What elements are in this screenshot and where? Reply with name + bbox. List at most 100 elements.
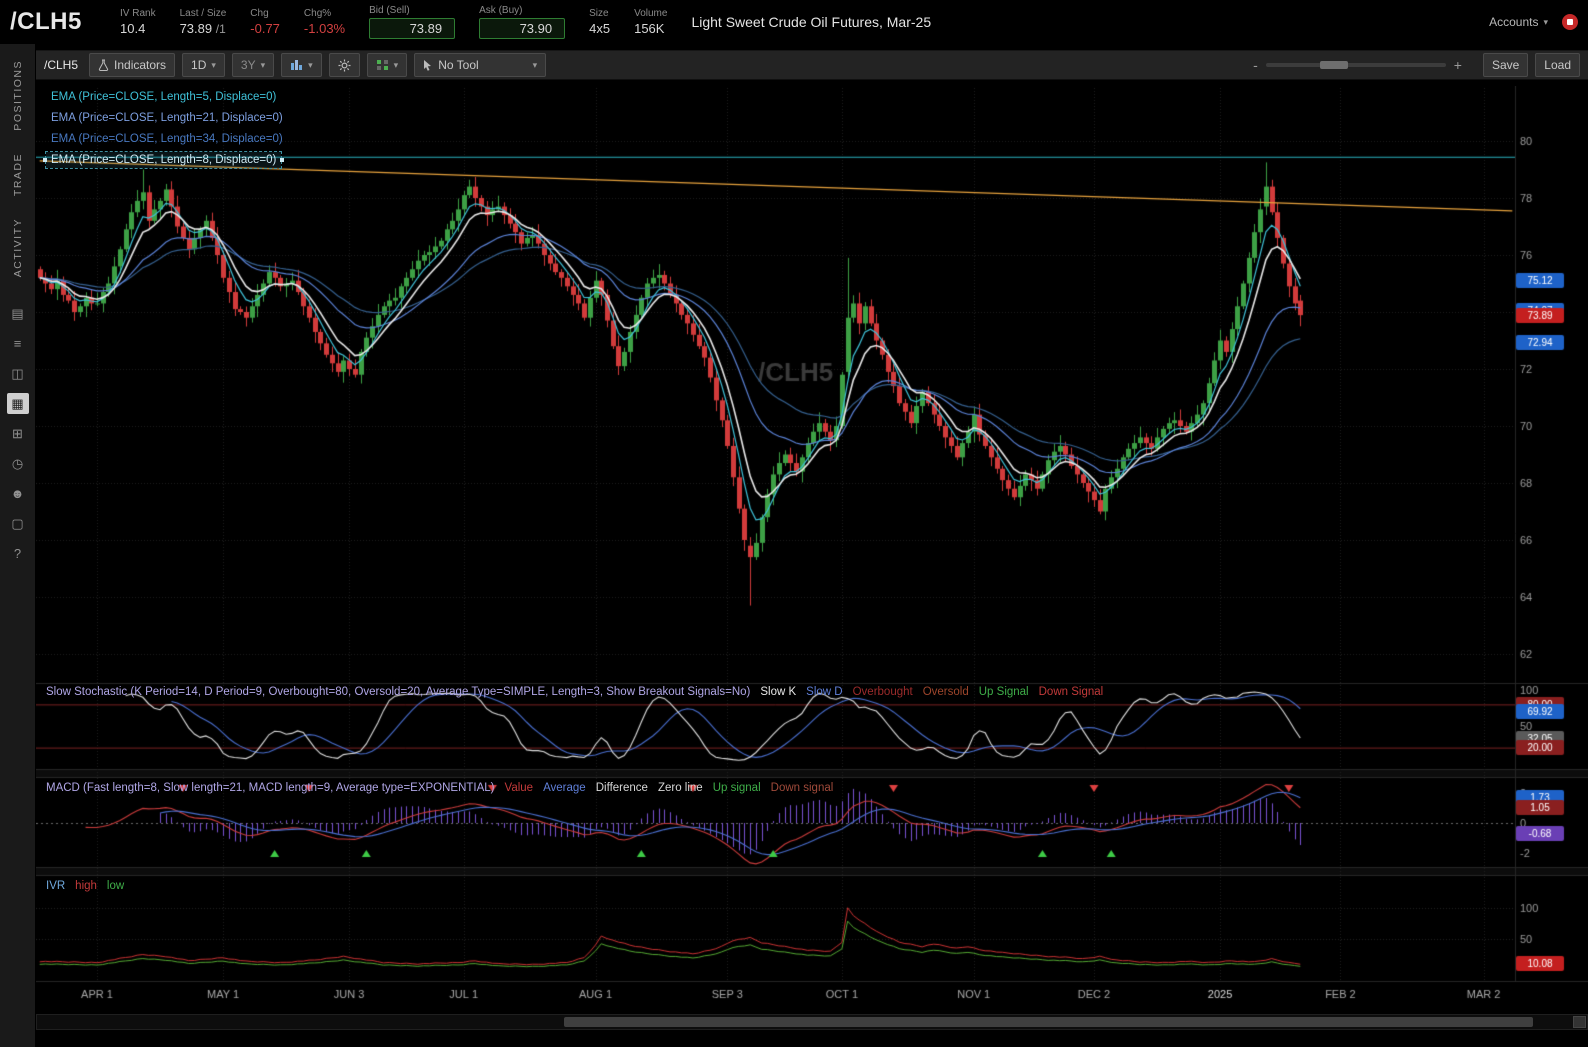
difference-label: Difference	[595, 782, 648, 794]
chart-type-dropdown[interactable]: ▾	[281, 53, 322, 77]
zoom-slider-handle[interactable]	[1319, 61, 1348, 69]
notifications-icon[interactable]	[1562, 14, 1578, 30]
field-label: Chg	[250, 8, 269, 19]
bid-button[interactable]: 73.89	[369, 18, 456, 39]
sidebar-icons: ▤ ≡ ◫ ▦ ⊞ ◷ ☻ ▢ ?	[6, 303, 29, 564]
field-label: IV Rank	[120, 8, 156, 19]
clock-icon[interactable]: ◷	[7, 453, 29, 474]
zero-line-label: Zero line	[657, 782, 703, 794]
field-size: Size 4x5	[589, 8, 610, 36]
left-sidebar: POSITIONS TRADE ACTIVITY ▤ ≡ ◫ ▦ ⊞ ◷ ☻ ▢…	[0, 44, 36, 1047]
field-ask: Ask (Buy) 73.90	[479, 5, 566, 39]
contract-description: Light Sweet Crude Oil Futures, Mar-25	[691, 14, 932, 30]
value-label: Value	[504, 782, 534, 794]
ivr-title: IVR	[46, 880, 66, 892]
ema-legend: EMA (Price=CLOSE, Length=5, Displace=0) …	[42, 89, 288, 169]
people-icon[interactable]: ☻	[7, 483, 29, 504]
sidebar-tab-positions[interactable]: POSITIONS	[12, 60, 24, 131]
chevron-down-icon: ▾	[532, 59, 538, 70]
chart-area: EMA (Price=CLOSE, Length=5, Displace=0) …	[36, 86, 1588, 1012]
indicators-button[interactable]: Indicators	[89, 53, 176, 77]
ema-5-legend[interactable]: EMA (Price=CLOSE, Length=5, Displace=0)	[46, 89, 281, 105]
up-signal-label: Up signal	[712, 782, 761, 794]
gear-icon	[338, 59, 351, 71]
overbought-label: Overbought	[852, 686, 913, 698]
field-label: Last / Size	[179, 8, 227, 19]
no-tool-label: No Tool	[438, 58, 479, 72]
field-label: Ask (Buy)	[479, 5, 523, 16]
grid-chart-icon[interactable]: ▦	[6, 393, 29, 415]
field-value: 156K	[634, 21, 665, 36]
chart-canvas[interactable]	[36, 86, 1588, 1012]
up-signal-label: Up Signal	[978, 686, 1029, 698]
ema-34-legend[interactable]: EMA (Price=CLOSE, Length=34, Displace=0)	[46, 131, 288, 147]
field-chg: Chg -0.77	[250, 8, 280, 36]
zoom-slider[interactable]	[1265, 61, 1446, 69]
ema-8-legend-selected[interactable]: EMA (Price=CLOSE, Length=8, Displace=0)	[42, 151, 285, 169]
field-label: Volume	[634, 8, 668, 19]
chevron-down-icon: ▾	[393, 59, 399, 70]
chevron-down-icon: ▾	[211, 59, 216, 70]
chart-type-icon	[291, 60, 303, 70]
cursor-icon	[424, 60, 432, 71]
help-icon[interactable]: ?	[7, 543, 29, 564]
accounts-dropdown[interactable]: Accounts ▾	[1489, 15, 1548, 29]
field-label: Size	[589, 8, 609, 19]
range-dropdown[interactable]: 3Y ▾	[231, 53, 275, 77]
apps-icon[interactable]: ⊞	[7, 423, 29, 444]
chart-scrollbar[interactable]	[36, 1014, 1588, 1030]
sidebar-tab-trade[interactable]: TRADE	[12, 153, 24, 196]
field-volume: Volume 156K	[634, 8, 667, 36]
pattern-grid-icon	[376, 60, 388, 70]
zoom-out-button[interactable]: -	[1253, 57, 1258, 73]
ivr-high-label: high	[75, 880, 97, 892]
load-button[interactable]: Load	[1535, 53, 1580, 77]
last-size-suffix: /1	[215, 22, 226, 36]
down-signal-label: Down signal	[770, 782, 834, 794]
ema-21-legend[interactable]: EMA (Price=CLOSE, Length=21, Displace=0)	[46, 110, 288, 126]
monitor-icon[interactable]: ▤	[7, 303, 29, 324]
sidebar-tab-activity[interactable]: ACTIVITY	[12, 218, 24, 277]
stochastic-legend[interactable]: Slow Stochastic (K Period=14, D Period=9…	[46, 686, 1103, 698]
oversold-label: Oversold	[922, 686, 969, 698]
field-label: Chg%	[303, 8, 332, 19]
scrollbar-handle[interactable]	[564, 1017, 1533, 1027]
chart-toolbar: /CLH5 Indicators 1D ▾ 3Y ▾ ▾ ▾ No Tool ▾…	[36, 50, 1588, 80]
down-signal-label: Down Signal	[1038, 686, 1104, 698]
zoom-in-button[interactable]: +	[1454, 57, 1462, 73]
stochastic-title: Slow Stochastic (K Period=14, D Period=9…	[46, 686, 751, 698]
chevron-down-icon: ▾	[1543, 16, 1548, 27]
field-iv-rank: IV Rank 10.4	[120, 8, 156, 36]
field-chg-pct: Chg% -1.03%	[304, 8, 345, 36]
field-value: -0.77	[250, 21, 280, 36]
ask-button[interactable]: 73.90	[479, 18, 566, 39]
field-value: 10.4	[120, 21, 146, 36]
field-label: Bid (Sell)	[369, 5, 410, 16]
symbol-title: /CLH5	[10, 8, 82, 35]
field-value: -1.03%	[303, 21, 346, 36]
indicators-label: Indicators	[114, 58, 167, 72]
list-icon[interactable]: ≡	[7, 333, 29, 354]
chevron-down-icon: ▾	[308, 59, 313, 70]
main-area: POSITIONS TRADE ACTIVITY ▤ ≡ ◫ ▦ ⊞ ◷ ☻ ▢…	[0, 44, 1588, 1047]
field-bid: Bid (Sell) 73.89	[369, 5, 456, 39]
slow-k-label: Slow K	[760, 686, 797, 698]
accounts-label: Accounts	[1489, 15, 1539, 29]
ivr-legend[interactable]: IVR high low	[46, 880, 124, 892]
range-label: 3Y	[240, 58, 256, 72]
zoom-control: - +	[1253, 57, 1462, 73]
package-icon[interactable]: ▢	[7, 513, 29, 534]
pattern-tool-dropdown[interactable]: ▾	[366, 53, 408, 77]
header-right: Accounts ▾	[1489, 14, 1578, 30]
drawing-tool-dropdown[interactable]: No Tool ▾	[414, 53, 547, 77]
average-label: Average	[543, 782, 586, 794]
save-button[interactable]: Save	[1482, 53, 1529, 77]
field-value: 73.89 /1	[179, 21, 226, 36]
timeframe-dropdown[interactable]: 1D ▾	[182, 53, 225, 77]
macd-legend[interactable]: MACD (Fast length=8, Slow length=21, MAC…	[46, 782, 833, 794]
settings-button[interactable]	[328, 53, 360, 77]
field-value: 4x5	[589, 21, 611, 36]
scrollbar-button[interactable]	[1573, 1016, 1586, 1028]
slow-d-label: Slow D	[806, 686, 843, 698]
chart-icon[interactable]: ◫	[7, 363, 29, 384]
